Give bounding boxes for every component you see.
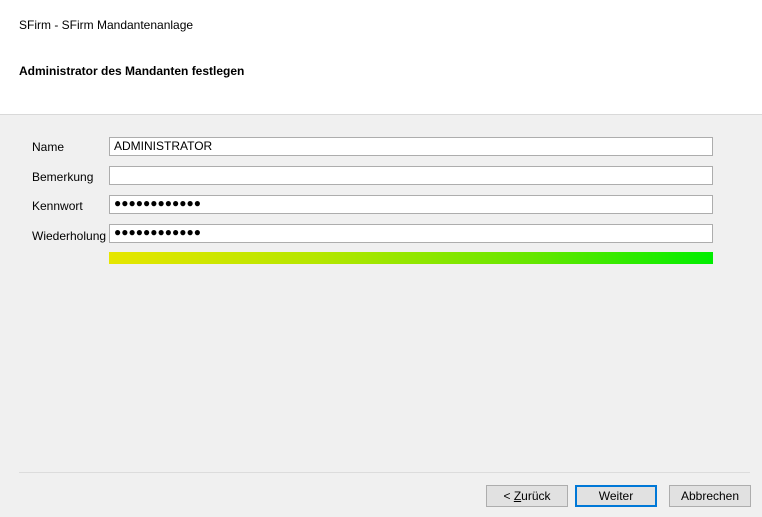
back-button-accel: Z — [513, 489, 522, 503]
next-button[interactable]: Weiter — [575, 485, 657, 507]
wizard-header: Administrator des Mandanten festlegen — [0, 36, 762, 115]
back-button-prefix: < — [503, 489, 514, 503]
window-title: SFirm - SFirm Mandantenanlage — [19, 18, 194, 32]
mandantenanlage-dialog: SFirm - SFirm Mandantenanlage Administra… — [0, 0, 762, 517]
wiederholung-field[interactable]: ●●●●●●●●●●●● — [109, 224, 713, 243]
back-button-rest: urück — [521, 489, 551, 503]
name-field[interactable]: ADMINISTRATOR — [109, 137, 713, 156]
wiederholung-label: Wiederholung — [32, 229, 107, 243]
title-bar: SFirm - SFirm Mandantenanlage — [0, 0, 762, 36]
password-strength-bar — [109, 252, 713, 264]
kennwort-label: Kennwort — [32, 199, 83, 213]
bemerkung-field[interactable] — [109, 166, 713, 185]
footer-divider — [19, 472, 750, 473]
kennwort-field[interactable]: ●●●●●●●●●●●● — [109, 195, 713, 214]
back-button[interactable]: < Zurück — [486, 485, 568, 507]
bemerkung-label: Bemerkung — [32, 170, 94, 184]
name-label: Name — [32, 140, 65, 154]
cancel-button[interactable]: Abbrechen — [669, 485, 751, 507]
page-title: Administrator des Mandanten festlegen — [19, 64, 245, 78]
